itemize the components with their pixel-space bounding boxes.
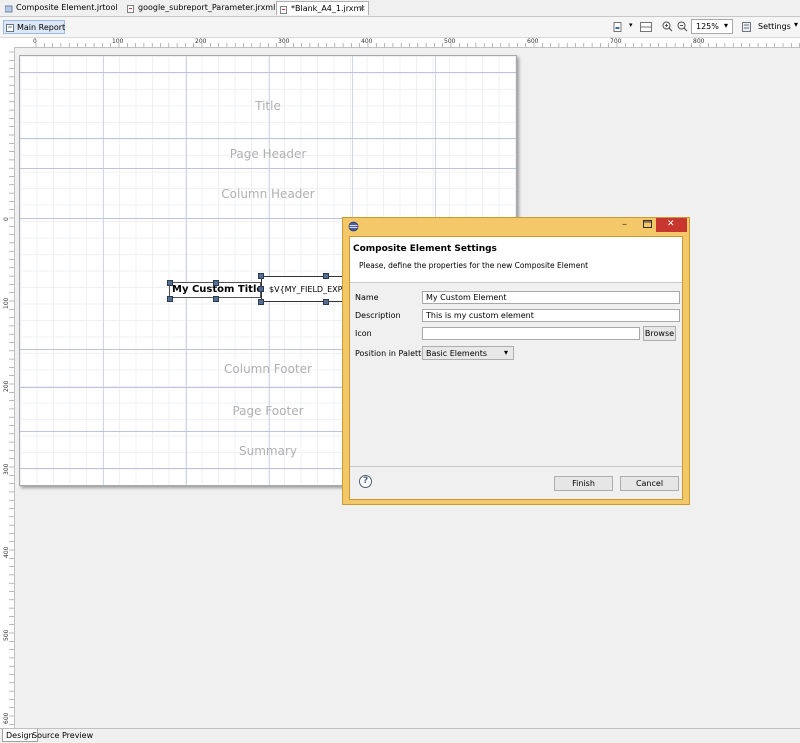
title-band[interactable]: Title (20, 99, 516, 113)
minimize-icon[interactable]: – (622, 219, 627, 230)
image-export-icon[interactable] (613, 22, 623, 34)
tab-label: Composite Element.jrtool (16, 3, 118, 12)
horizontal-ruler: 0 100 200 300 400 500 600 700 800 (0, 38, 800, 48)
ruler-label: 300 (278, 38, 290, 45)
name-label: Name (355, 293, 379, 302)
finish-button[interactable]: Finish (554, 476, 613, 491)
help-symbol: ? (363, 476, 369, 486)
help-icon[interactable]: ? (359, 475, 372, 488)
chevron-down-icon[interactable]: ▾ (629, 21, 633, 29)
selection-handle[interactable] (258, 286, 264, 292)
ruler-label: 100 (112, 38, 124, 45)
column-guide (186, 56, 187, 485)
ruler-label: 200 (3, 380, 10, 392)
band-separator (20, 138, 516, 139)
ruler-label: 800 (693, 38, 705, 45)
jrxml-file-icon (280, 5, 288, 14)
ruler-label: 500 (3, 629, 10, 641)
layout-icon[interactable] (640, 22, 652, 34)
tab-composite-element[interactable]: Composite Element.jrtool (2, 1, 120, 15)
maximize-icon[interactable] (643, 220, 652, 231)
tab-preview[interactable]: Preview (59, 729, 96, 742)
selection-handle[interactable] (167, 280, 173, 286)
text-field-expression: $V{MY_FIELD_EXP (269, 285, 343, 294)
settings-button[interactable]: Settings (758, 20, 791, 34)
band-separator (20, 72, 516, 73)
editor-tab-bar: Composite Element.jrtool google_subrepor… (0, 0, 800, 17)
description-field[interactable]: This is my custom element (422, 309, 680, 322)
icon-field[interactable] (422, 327, 640, 340)
ruler-label: 600 (527, 38, 539, 45)
main-report-label: Main Report (17, 23, 66, 32)
close-tab-icon[interactable]: ✕ (359, 2, 366, 16)
dialog-subtitle: Please, define the properties for the ne… (359, 261, 589, 270)
column-guide (269, 56, 270, 485)
composite-element-dialog: – ✕ Composite Element Settings Please, d… (342, 217, 690, 505)
ruler-label: 400 (361, 38, 373, 45)
palette-label: Position in Palette (355, 349, 427, 358)
ruler-label: 100 (3, 297, 10, 309)
ruler-label: 400 (3, 546, 10, 558)
zoom-out-icon[interactable] (677, 21, 688, 34)
ruler-label: 0 (3, 217, 10, 221)
chevron-down-icon: ▾ (504, 348, 509, 357)
palette-select[interactable]: Basic Elements ▾ (422, 346, 514, 360)
ruler-label: 700 (610, 38, 622, 45)
description-label: Description (355, 311, 401, 320)
browse-button[interactable]: Browse (643, 326, 676, 341)
ruler-label: 500 (444, 38, 456, 45)
editor-bottom-tabs: Design Source Preview (0, 728, 800, 743)
selection-handle[interactable] (213, 280, 219, 286)
cancel-button[interactable]: Cancel (620, 476, 679, 491)
jrtool-file-icon (4, 4, 13, 13)
divider (350, 282, 682, 283)
ruler-label: 300 (3, 463, 10, 475)
report-icon (6, 23, 14, 37)
tab-google-subreport[interactable]: google_subreport_Parameter.jrxml (124, 1, 276, 15)
dialog-title: Composite Element Settings (353, 244, 497, 254)
editor-toolbar: Main Report ▾ 125% ▾ Settings ▾ (0, 17, 800, 38)
ruler-label: 600 (3, 712, 10, 724)
tab-label: *Blank_A4_1.jrxml (291, 4, 364, 13)
tab-label: google_subreport_Parameter.jrxml (138, 3, 276, 12)
chevron-down-icon[interactable]: ▾ (794, 20, 798, 29)
column-guide (103, 56, 104, 485)
selection-handle[interactable] (258, 299, 264, 305)
main-report-button[interactable]: Main Report (3, 20, 65, 34)
dialog-body: Composite Element Settings Please, defin… (349, 236, 683, 500)
ruler-label: 200 (195, 38, 207, 45)
column-header-band[interactable]: Column Header (20, 187, 516, 201)
zoom-select[interactable]: 125% ▾ (691, 19, 733, 34)
page-header-band[interactable]: Page Header (20, 147, 516, 161)
name-field[interactable]: My Custom Element (422, 291, 680, 304)
close-icon: ✕ (667, 219, 675, 229)
selection-handle[interactable] (167, 296, 173, 302)
chevron-down-icon: ▾ (724, 21, 729, 30)
jrxml-file-icon (127, 4, 135, 13)
settings-icon (742, 22, 752, 34)
palette-value: Basic Elements (426, 349, 488, 358)
selection-handle[interactable] (323, 299, 329, 305)
tab-source[interactable]: Source (29, 729, 62, 742)
eclipse-icon (348, 221, 359, 234)
close-button[interactable]: ✕ (656, 218, 687, 232)
icon-label: Icon (355, 329, 372, 338)
selection-handle[interactable] (258, 273, 264, 279)
zoom-value: 125% (696, 22, 719, 31)
zoom-in-icon[interactable] (662, 21, 673, 34)
dialog-header: Composite Element Settings Please, defin… (350, 237, 682, 283)
selection-handle[interactable] (213, 296, 219, 302)
divider (350, 466, 682, 467)
selection-handle[interactable] (323, 273, 329, 279)
band-separator (20, 168, 516, 169)
vertical-ruler: 0 100 200 300 400 500 600 (0, 47, 15, 728)
ruler-label: 0 (33, 38, 37, 45)
tab-blank-a4[interactable]: *Blank_A4_1.jrxml ✕ (276, 1, 369, 15)
